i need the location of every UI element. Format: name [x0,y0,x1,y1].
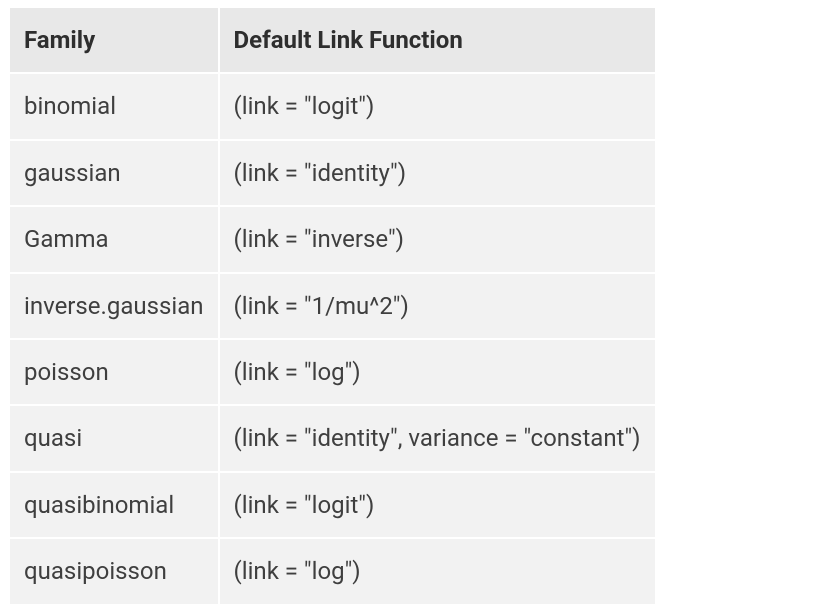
cell-link: (link = "identity") [219,140,656,206]
cell-link: (link = "log") [219,339,656,405]
cell-family: binomial [10,73,219,139]
glm-family-link-table: Family Default Link Function binomial (l… [10,8,657,604]
table-row: binomial (link = "logit") [10,73,656,139]
cell-link: (link = "logit") [219,472,656,538]
table-row: quasibinomial (link = "logit") [10,472,656,538]
cell-link: (link = "logit") [219,73,656,139]
cell-link: (link = "1/mu^2") [219,273,656,339]
cell-family: quasibinomial [10,472,219,538]
table-row: Gamma (link = "inverse") [10,206,656,272]
cell-family: gaussian [10,140,219,206]
cell-family: Gamma [10,206,219,272]
cell-family: poisson [10,339,219,405]
cell-link: (link = "log") [219,538,656,603]
cell-family: quasipoisson [10,538,219,603]
col-header-family: Family [10,8,219,73]
table-row: quasi (link = "identity", variance = "co… [10,405,656,471]
table-row: gaussian (link = "identity") [10,140,656,206]
table-row: poisson (link = "log") [10,339,656,405]
col-header-link: Default Link Function [219,8,656,73]
cell-link: (link = "identity", variance = "constant… [219,405,656,471]
cell-family: quasi [10,405,219,471]
table-row: quasipoisson (link = "log") [10,538,656,603]
cell-family: inverse.gaussian [10,273,219,339]
cell-link: (link = "inverse") [219,206,656,272]
table-row: inverse.gaussian (link = "1/mu^2") [10,273,656,339]
